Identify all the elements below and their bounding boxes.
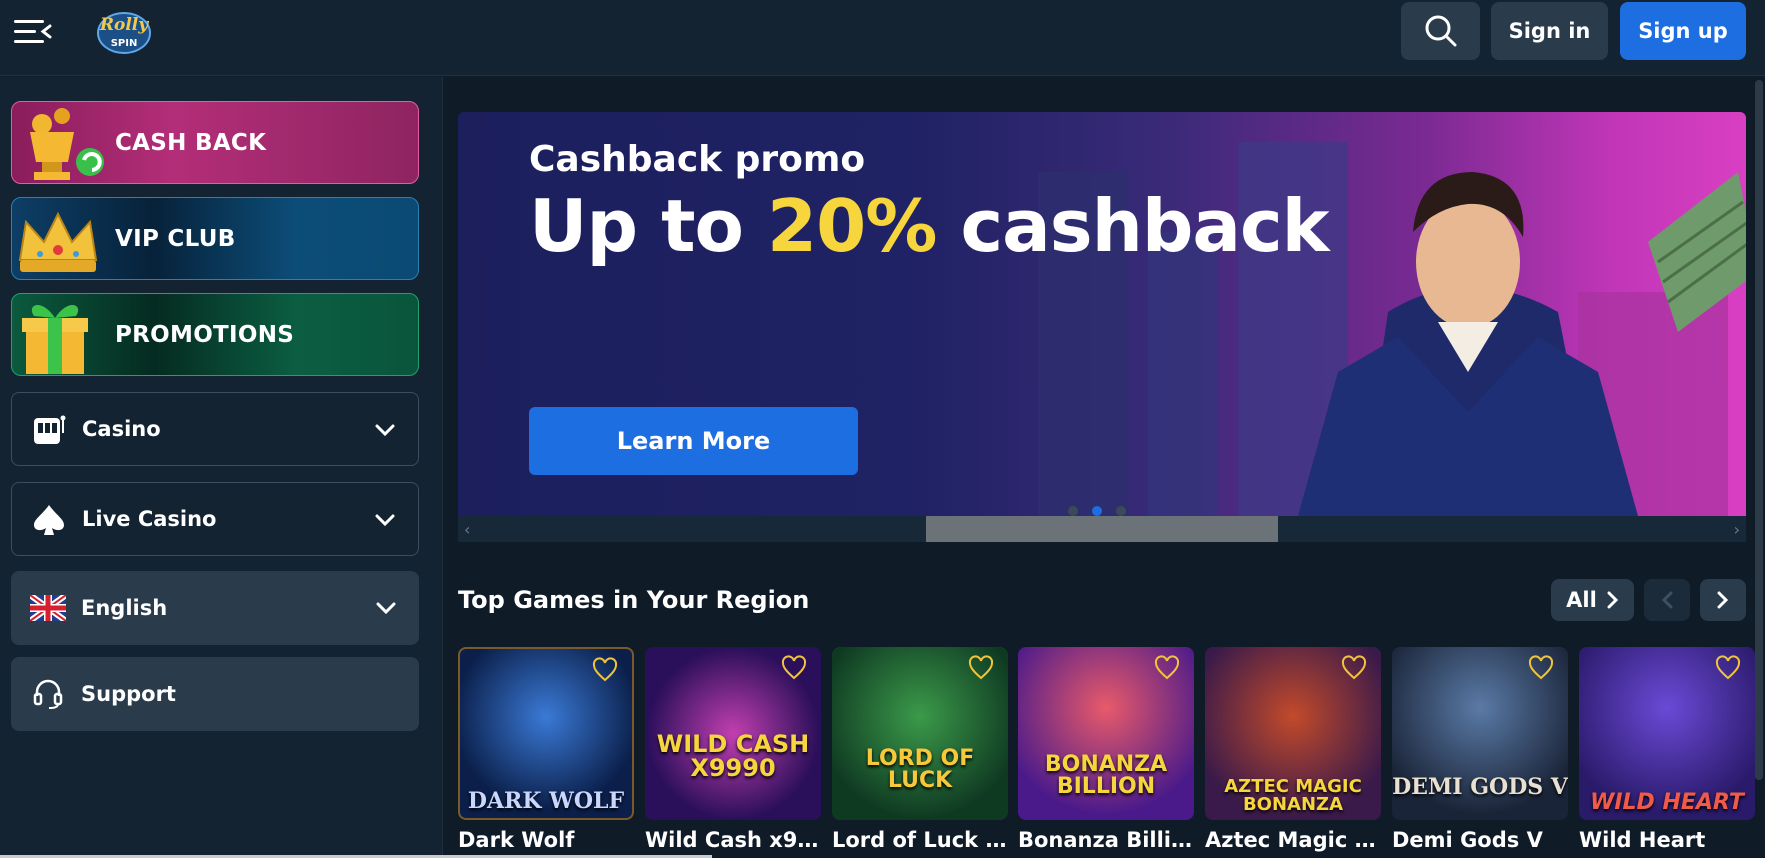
game-art-title: LORD OF LUCK xyxy=(865,746,975,793)
chevron-down-icon xyxy=(376,602,396,615)
sidebar-item-support[interactable]: Support xyxy=(11,657,419,731)
view-all-label: All xyxy=(1566,588,1597,612)
carousel-dot-active[interactable] xyxy=(1092,506,1102,516)
sign-up-button[interactable]: Sign up xyxy=(1620,2,1746,60)
game-art-title: WILD HEART xyxy=(1590,790,1744,815)
section-title: Top Games in Your Region xyxy=(458,586,810,614)
carousel-dots xyxy=(1068,506,1126,516)
sidebar: CASH BACK VIP CLUB PROMOTIONS Casino Liv… xyxy=(0,77,443,858)
game-card[interactable]: DEMI GODS V Demi Gods V xyxy=(1392,647,1568,852)
sidebar-item-casino[interactable]: Casino xyxy=(11,392,419,466)
carousel-dot[interactable] xyxy=(1068,506,1078,516)
uk-flag-icon xyxy=(29,589,67,627)
promo-label: PROMOTIONS xyxy=(115,321,295,348)
scroll-right-arrow-icon[interactable]: › xyxy=(1734,520,1740,539)
game-card[interactable]: DARK WOLF Dark Wolf xyxy=(458,647,634,852)
game-name: Wild Heart xyxy=(1579,828,1706,852)
crown-icon xyxy=(18,211,98,272)
scrollbar-thumb[interactable] xyxy=(926,516,1278,542)
banner-scrollbar[interactable]: ‹ › xyxy=(458,516,1746,542)
headline-highlight: 20% xyxy=(767,184,937,268)
svg-text:Rolly: Rolly xyxy=(99,15,149,35)
slot-machine-icon xyxy=(30,411,68,449)
game-name: Aztec Magic B... xyxy=(1205,828,1381,852)
game-card[interactable]: WILD HEART Wild Heart xyxy=(1579,647,1755,852)
favorite-heart-icon[interactable] xyxy=(1715,655,1741,681)
game-art-title: DEMI GODS V xyxy=(1392,774,1568,800)
favorite-heart-icon[interactable] xyxy=(1341,655,1367,681)
banner-headline: Up to 20% cashback xyxy=(529,184,1330,268)
favorite-heart-icon[interactable] xyxy=(592,657,618,683)
vip-club-promo-card[interactable]: VIP CLUB xyxy=(11,197,419,280)
chevron-down-icon xyxy=(375,514,395,527)
game-thumbnail[interactable]: LORD OF LUCK xyxy=(832,647,1008,820)
sidebar-item-live-casino[interactable]: Live Casino xyxy=(11,482,419,556)
promotions-promo-card[interactable]: PROMOTIONS xyxy=(11,293,419,376)
favorite-heart-icon[interactable] xyxy=(968,655,994,681)
banner-subtitle: Cashback promo xyxy=(529,139,866,180)
favorite-heart-icon[interactable] xyxy=(1528,655,1554,681)
view-all-button[interactable]: All xyxy=(1551,579,1634,621)
gift-icon xyxy=(22,304,88,374)
game-thumbnail[interactable]: WILD CASH X9990 xyxy=(645,647,821,820)
page-scrollbar[interactable] xyxy=(1755,80,1763,780)
banner-illustration xyxy=(1038,142,1746,516)
promo-label: CASH BACK xyxy=(115,129,267,156)
chevron-right-icon xyxy=(1607,591,1618,609)
chevron-left-icon xyxy=(1661,591,1673,609)
sidebar-item-label: Casino xyxy=(82,417,161,441)
game-thumbnail[interactable]: WILD HEART xyxy=(1579,647,1755,820)
game-name: Wild Cash x99... xyxy=(645,828,821,852)
game-card[interactable]: WILD CASH X9990 Wild Cash x99... xyxy=(645,647,821,852)
games-next-button[interactable] xyxy=(1700,579,1746,621)
chevron-right-icon xyxy=(1717,591,1729,609)
game-card[interactable]: BONANZA BILLION Bonanza Billion xyxy=(1018,647,1194,852)
game-name: Bonanza Billion xyxy=(1018,828,1194,852)
game-thumbnail[interactable]: DEMI GODS V xyxy=(1392,647,1568,820)
game-art-title: AZTEC MAGIC BONANZA xyxy=(1224,776,1362,815)
game-thumbnail[interactable]: DARK WOLF xyxy=(458,647,634,820)
headline-prefix: Up to xyxy=(529,184,768,268)
game-name: Dark Wolf xyxy=(458,828,575,852)
spade-icon xyxy=(30,501,68,539)
game-card[interactable]: AZTEC MAGIC BONANZA Aztec Magic B... xyxy=(1205,647,1381,852)
games-prev-button[interactable] xyxy=(1644,579,1690,621)
scroll-left-arrow-icon[interactable]: ‹ xyxy=(464,520,470,539)
svg-text:SPIN: SPIN xyxy=(111,38,138,49)
favorite-heart-icon[interactable] xyxy=(1154,655,1180,681)
trophy-icon xyxy=(30,108,104,180)
search-button[interactable] xyxy=(1401,2,1480,60)
top-header: Rolly SPIN Sign in Sign up xyxy=(0,0,1765,76)
learn-more-button[interactable]: Learn More xyxy=(529,407,858,475)
game-thumbnail[interactable]: BONANZA BILLION xyxy=(1018,647,1194,820)
game-thumbnail[interactable]: AZTEC MAGIC BONANZA xyxy=(1205,647,1381,820)
game-card[interactable]: LORD OF LUCK Lord of Luck T... xyxy=(832,647,1008,852)
headset-icon xyxy=(29,675,67,713)
headline-suffix: cashback xyxy=(936,184,1329,268)
cashback-promo-card[interactable]: CASH BACK xyxy=(11,101,419,184)
promo-banner: Cashback promo Up to 20% cashback Learn … xyxy=(458,112,1746,516)
chevron-down-icon xyxy=(375,424,395,437)
game-art-title: BONANZA BILLION xyxy=(1044,752,1168,799)
rolly-spin-logo[interactable]: Rolly SPIN xyxy=(88,6,160,58)
sidebar-item-label: Support xyxy=(81,682,176,706)
game-art-title: DARK WOLF xyxy=(467,788,625,814)
game-name: Demi Gods V xyxy=(1392,828,1543,852)
game-art-title: WILD CASH X9990 xyxy=(656,730,810,782)
game-name: Lord of Luck T... xyxy=(832,828,1008,852)
language-label: English xyxy=(81,596,168,620)
sign-in-button[interactable]: Sign in xyxy=(1491,2,1608,60)
search-icon xyxy=(1425,15,1456,47)
language-selector[interactable]: English xyxy=(11,571,419,645)
carousel-dot[interactable] xyxy=(1116,506,1126,516)
sidebar-item-label: Live Casino xyxy=(82,507,217,531)
menu-toggle-icon[interactable] xyxy=(14,18,52,46)
promo-label: VIP CLUB xyxy=(115,225,236,252)
favorite-heart-icon[interactable] xyxy=(781,655,807,681)
